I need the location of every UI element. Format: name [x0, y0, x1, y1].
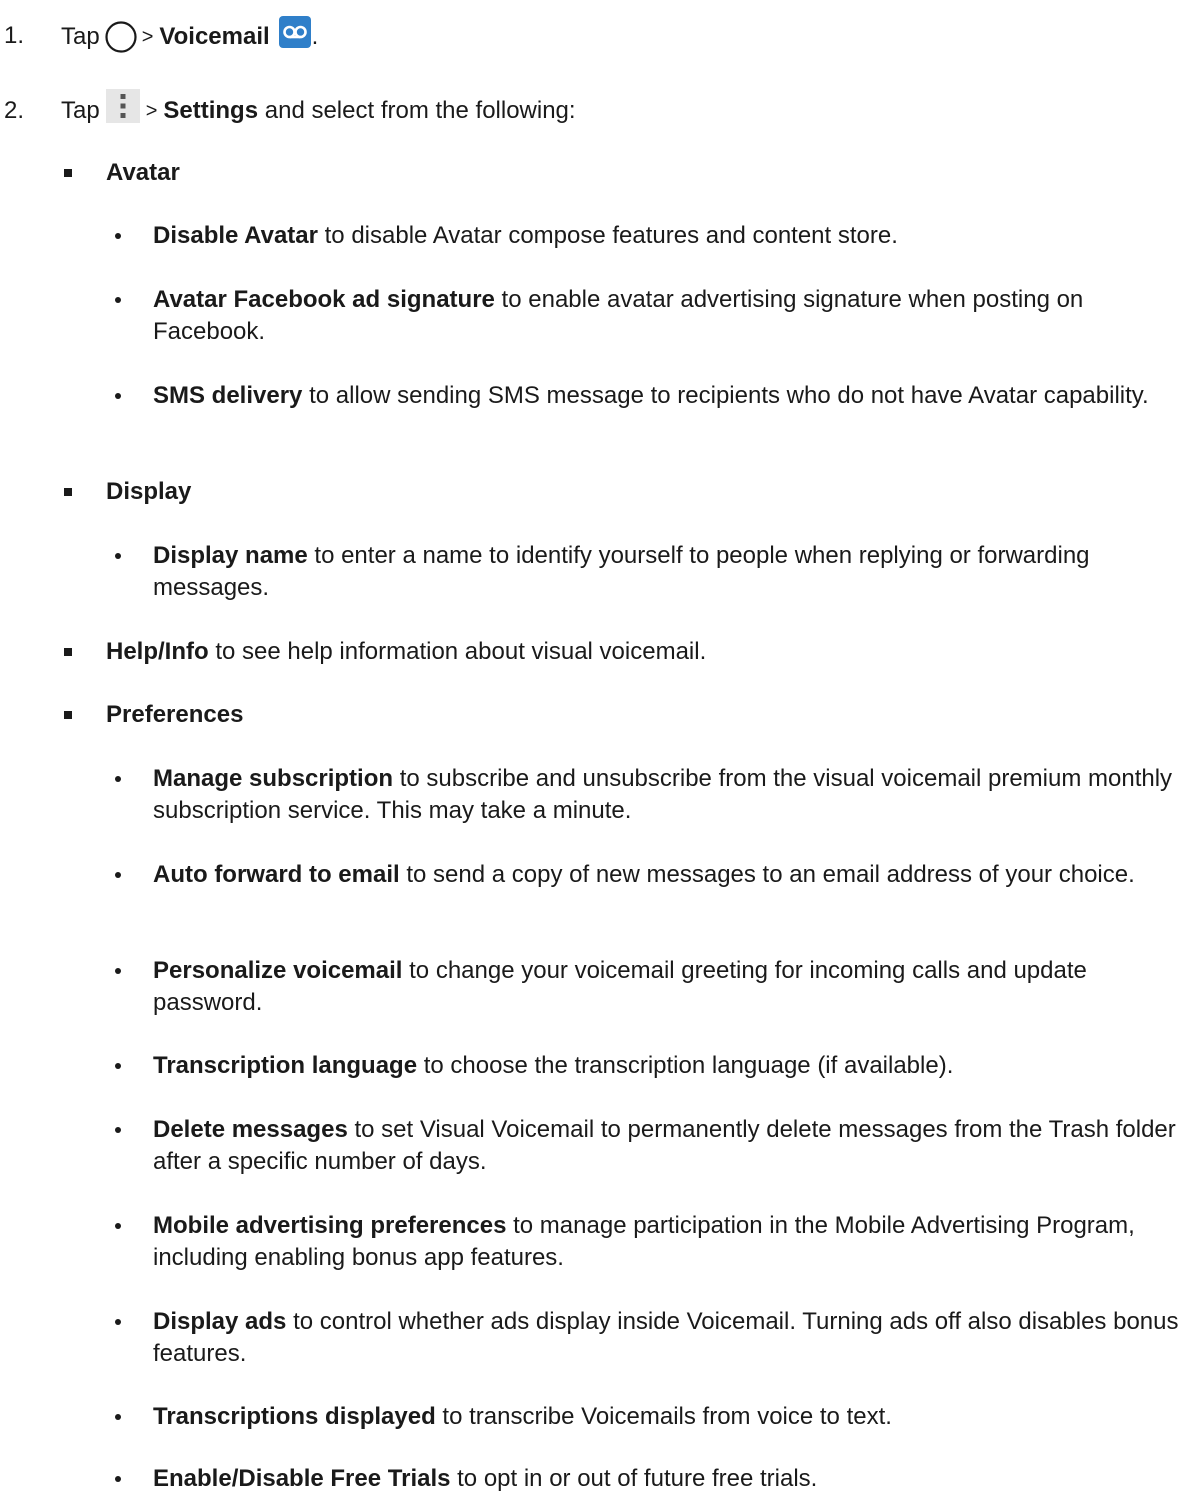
step-body: Tap > Settings and select from the follo…	[61, 89, 576, 127]
item-label: Manage subscription	[153, 765, 394, 792]
more-options-icon	[105, 89, 140, 123]
item-description: to control whether ads display inside Vo…	[153, 1308, 1179, 1367]
item-description: to send a copy of new messages to an ema…	[399, 861, 1135, 888]
item-description: to opt in or out of future free trials.	[450, 1465, 818, 1492]
item-label: Delete messages	[153, 1116, 348, 1143]
item-description: to disable Avatar compose features and c…	[317, 222, 898, 249]
round-bullet-icon	[115, 1223, 121, 1229]
round-bullet-icon	[115, 1476, 121, 1482]
square-bullet-icon	[64, 711, 72, 719]
section-description: to see help information about visual voi…	[208, 638, 707, 665]
section-title: Preferences	[106, 701, 244, 728]
square-bullet-icon	[64, 488, 72, 496]
item-label: Mobile advertising preferences	[153, 1212, 507, 1239]
section-title: Display	[106, 478, 192, 505]
step-separator: >	[141, 26, 154, 48]
round-bullet-icon	[115, 553, 121, 559]
item-label: Display name	[153, 542, 308, 569]
round-bullet-icon	[115, 393, 121, 399]
step-text-pre: Tap	[61, 97, 100, 124]
item-description: to choose the transcription language (if…	[417, 1052, 954, 1079]
round-bullet-icon	[115, 1319, 121, 1325]
step-target-label: Settings	[163, 97, 259, 124]
item-label: Display ads	[153, 1308, 287, 1335]
item-description: to transcribe Voicemails from voice to t…	[435, 1403, 892, 1430]
instruction-document: 1. Tap > Voicemail . 2. Tap > Settings a…	[0, 0, 1204, 1494]
step-separator: >	[145, 100, 158, 122]
round-bullet-icon	[115, 233, 121, 239]
step-target-label: Voicemail	[159, 23, 270, 50]
step-text-pre: Tap	[61, 23, 100, 50]
square-bullet-icon	[64, 169, 72, 177]
section-title: Avatar	[106, 159, 180, 186]
step-number: 2.	[4, 97, 25, 124]
item-label: Enable/Disable Free Trials	[153, 1465, 451, 1492]
step-text-post: .	[311, 23, 319, 50]
round-bullet-icon	[115, 776, 121, 782]
item-label: Personalize voicemail	[153, 957, 403, 984]
item-label: Disable Avatar	[153, 222, 318, 249]
step-number: 1.	[4, 22, 25, 49]
item-description: to allow sending SMS message to recipien…	[302, 382, 1149, 409]
item-label: Avatar Facebook ad signature	[153, 286, 495, 313]
voicemail-app-icon	[278, 16, 311, 48]
step-body: Tap > Voicemail .	[61, 16, 319, 54]
square-bullet-icon	[64, 648, 72, 656]
step-text-post: and select from the following:	[258, 97, 576, 124]
round-bullet-icon	[115, 1127, 121, 1133]
round-bullet-icon	[115, 1414, 121, 1420]
round-bullet-icon	[115, 1063, 121, 1069]
item-label: Auto forward to email	[153, 861, 400, 888]
round-bullet-icon	[115, 297, 121, 303]
item-label: Transcription language	[153, 1052, 418, 1079]
section-title: Help/Info	[106, 638, 209, 665]
item-label: Transcriptions displayed	[153, 1403, 436, 1430]
round-bullet-icon	[115, 872, 121, 878]
round-bullet-icon	[115, 968, 121, 974]
home-circle-icon	[105, 21, 137, 53]
item-label: SMS delivery	[153, 382, 303, 409]
